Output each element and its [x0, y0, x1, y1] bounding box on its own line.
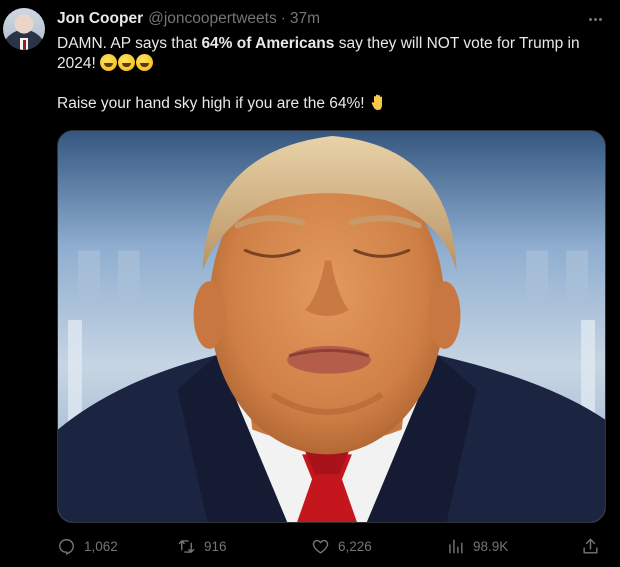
reply-icon [59, 538, 74, 555]
tweet-paragraph-2: Raise your hand sky high if you are the … [57, 94, 613, 114]
rofl-emoji-icon [136, 54, 154, 71]
more-options-icon[interactable] [584, 9, 606, 29]
reply-button[interactable]: 1,062 [57, 532, 118, 560]
avatar-tie [22, 40, 26, 50]
tweet-time[interactable]: 37m [290, 10, 320, 28]
tweet[interactable]: Jon Cooper @joncoopertweets · 37m DAMN. … [0, 0, 620, 567]
heart-icon [312, 539, 329, 554]
more-dot [588, 17, 592, 21]
tweet-text: DAMN. AP says that 64% of Americans say … [57, 34, 613, 114]
tweet-paragraph-1: DAMN. AP says that 64% of Americans say … [57, 34, 613, 74]
tweet-photo[interactable] [57, 130, 606, 523]
analytics-icon [449, 538, 463, 554]
more-dot [593, 17, 597, 21]
like-count: 6,226 [338, 538, 372, 554]
raised-hand-emoji-icon [371, 94, 385, 111]
author-name[interactable]: Jon Cooper [57, 10, 143, 28]
view-count: 98.9K [473, 538, 509, 554]
rofl-emoji-icon [100, 54, 118, 71]
views-button[interactable]: 98.9K [446, 532, 508, 560]
retweet-button[interactable]: 916 [177, 532, 227, 560]
share-icon [583, 538, 598, 554]
tweet-header: Jon Cooper @joncoopertweets · 37m [57, 9, 320, 29]
like-button[interactable]: 6,226 [311, 532, 372, 560]
action-bar: 1,062 916 6,226 98.9K [57, 532, 605, 560]
share-button[interactable] [581, 532, 600, 560]
rofl-emoji-icon [118, 54, 136, 71]
more-dot [598, 17, 602, 21]
text-prefix: DAMN. AP says that [57, 35, 202, 52]
photo-illustration [58, 131, 605, 522]
text-bold: 64% of Americans [201, 35, 335, 52]
avatar[interactable] [3, 8, 45, 50]
reply-count: 1,062 [84, 538, 118, 554]
text-line-2: Raise your hand sky high if you are the … [57, 95, 369, 112]
separator-dot: · [280, 10, 286, 27]
retweet-icon [178, 539, 195, 553]
retweet-count: 916 [204, 538, 227, 554]
author-handle[interactable]: @joncoopertweets [148, 10, 277, 28]
